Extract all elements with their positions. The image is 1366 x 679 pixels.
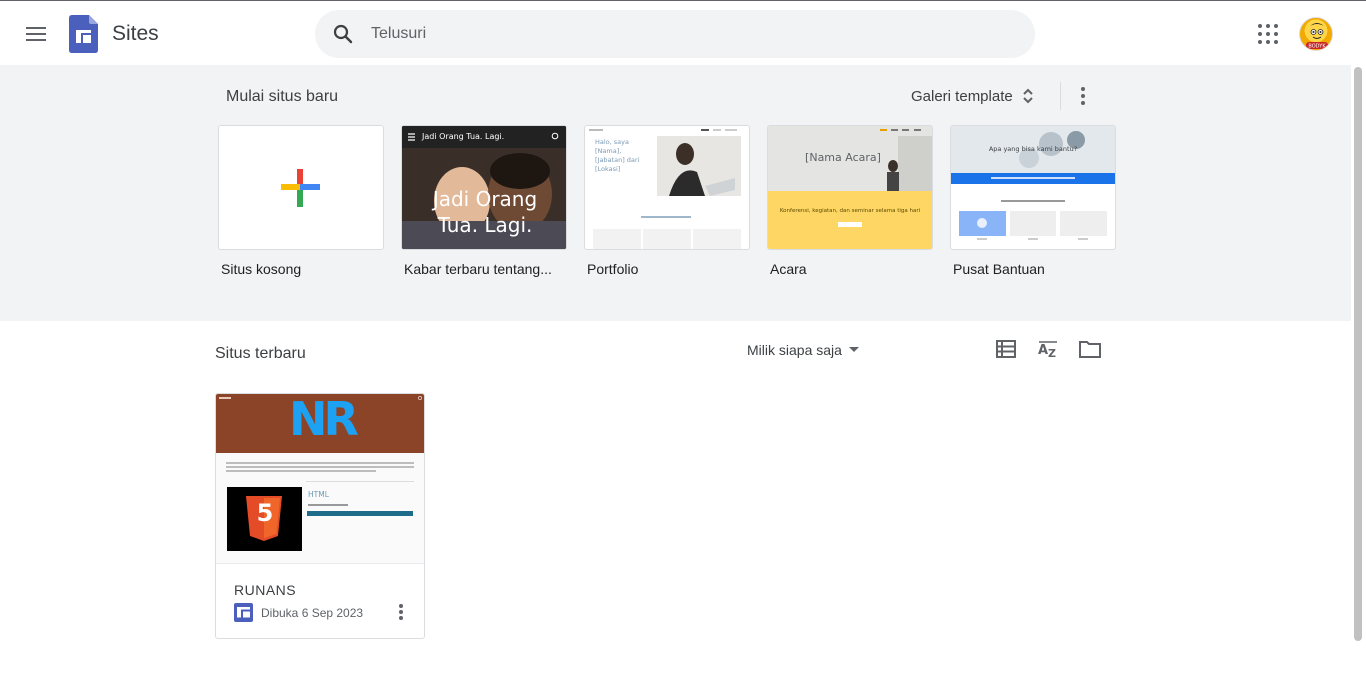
site-title: RUNANS: [234, 582, 297, 598]
site-card-thumbnail[interactable]: NR HTML 5: [216, 394, 424, 564]
site-last-opened: Dibuka 6 Sep 2023: [261, 605, 364, 620]
event-preview: [768, 126, 932, 249]
main-menu-button[interactable]: [16, 14, 56, 54]
template-label: Acara: [770, 261, 807, 277]
site-card-runans[interactable]: NR HTML 5 RUNANS Dibuka 6 Sep 2023: [215, 393, 425, 639]
more-options-icon[interactable]: [1072, 83, 1094, 109]
sort-az-icon[interactable]: A Z: [1036, 337, 1060, 361]
template-help-center[interactable]: Apa yang bisa kami bantu? Pusat Bantuan: [950, 125, 1116, 277]
owner-filter-label: Milik siapa saja: [747, 342, 842, 358]
help-thumb-title: Apa yang bisa kami bantu?: [988, 145, 1078, 153]
template-help-thumbnail[interactable]: Apa yang bisa kami bantu?: [950, 125, 1116, 250]
svg-text:Z: Z: [1048, 347, 1056, 360]
template-blank-thumbnail[interactable]: [218, 125, 384, 250]
event-thumb-title: [Nama Acara]: [805, 151, 881, 164]
svg-text:A: A: [1038, 343, 1048, 358]
template-section-heading: Mulai situs baru: [226, 88, 339, 105]
sites-file-icon: [234, 603, 253, 622]
search-input[interactable]: [371, 10, 971, 58]
event-thumb-text: Konferensi, kegiatan, dan seminar selama…: [779, 208, 921, 214]
template-gallery-toggle[interactable]: Galeri template: [902, 82, 1044, 110]
sites-logo-icon: [69, 15, 98, 53]
svg-text:BODYK: BODYK: [1308, 44, 1326, 50]
template-parenting-news[interactable]: Jadi Orang Tua. Lagi. Jadi Orang Tua. La…: [401, 125, 567, 277]
apps-grid-icon[interactable]: [1253, 19, 1283, 49]
template-portfolio[interactable]: Halo, saya [Nama], [Jabatan] dari [Lokas…: [584, 125, 750, 277]
template-gallery-label: Galeri template: [911, 87, 1013, 105]
site-thumb-section: HTML: [308, 490, 329, 499]
site-more-options-icon[interactable]: [391, 599, 411, 625]
site-thumb-badge: 5: [256, 499, 274, 527]
parenting-thumb-title: Jadi Orang Tua. Lagi.: [422, 132, 505, 141]
template-parenting-thumbnail[interactable]: Jadi Orang Tua. Lagi. Jadi Orang Tua. La…: [401, 125, 567, 250]
site-meta: Dibuka 6 Sep 2023: [234, 603, 363, 622]
owner-filter-dropdown[interactable]: Milik siapa saja: [738, 338, 868, 362]
page-scrollbar[interactable]: [1351, 65, 1366, 679]
template-portfolio-thumbnail[interactable]: Halo, saya [Nama], [Jabatan] dari [Lokas…: [584, 125, 750, 250]
template-event-thumbnail[interactable]: [Nama Acara] Konferensi, kegiatan, dan s…: [767, 125, 933, 250]
unfold-icon: [1023, 88, 1033, 104]
template-label: Situs kosong: [221, 261, 302, 277]
dropdown-arrow-icon: [848, 347, 859, 352]
recent-sites-heading: Situs terbaru: [215, 345, 306, 362]
app-title[interactable]: Sites: [112, 22, 159, 46]
scrollbar-thumb[interactable]: [1354, 67, 1362, 641]
template-label: Kabar terbaru tentang...: [404, 261, 552, 277]
divider: [1060, 82, 1061, 110]
plus-icon: [281, 169, 320, 207]
template-label: Portfolio: [587, 261, 639, 277]
avatar-image: BODYK: [1306, 23, 1328, 50]
list-view-icon[interactable]: [994, 337, 1018, 361]
account-avatar[interactable]: BODYK: [1299, 17, 1333, 51]
template-label: Pusat Bantuan: [953, 261, 1045, 277]
search-icon[interactable]: [331, 22, 355, 46]
portfolio-thumb-text: Halo, saya [Nama], [Jabatan] dari [Lokas…: [595, 138, 640, 173]
search-bar[interactable]: [315, 10, 1035, 58]
folder-icon[interactable]: [1078, 337, 1102, 361]
top-app-bar: Sites BODYK: [0, 0, 1366, 65]
template-blank[interactable]: Situs kosong: [218, 125, 384, 277]
parenting-thumb-headline: Jadi Orang Tua. Lagi.: [432, 187, 538, 237]
template-event[interactable]: [Nama Acara] Konferensi, kegiatan, dan s…: [767, 125, 933, 277]
site-thumb-logo: NR: [289, 393, 359, 446]
template-gallery-section: Mulai situs baru Galeri template Situs k…: [0, 65, 1351, 321]
